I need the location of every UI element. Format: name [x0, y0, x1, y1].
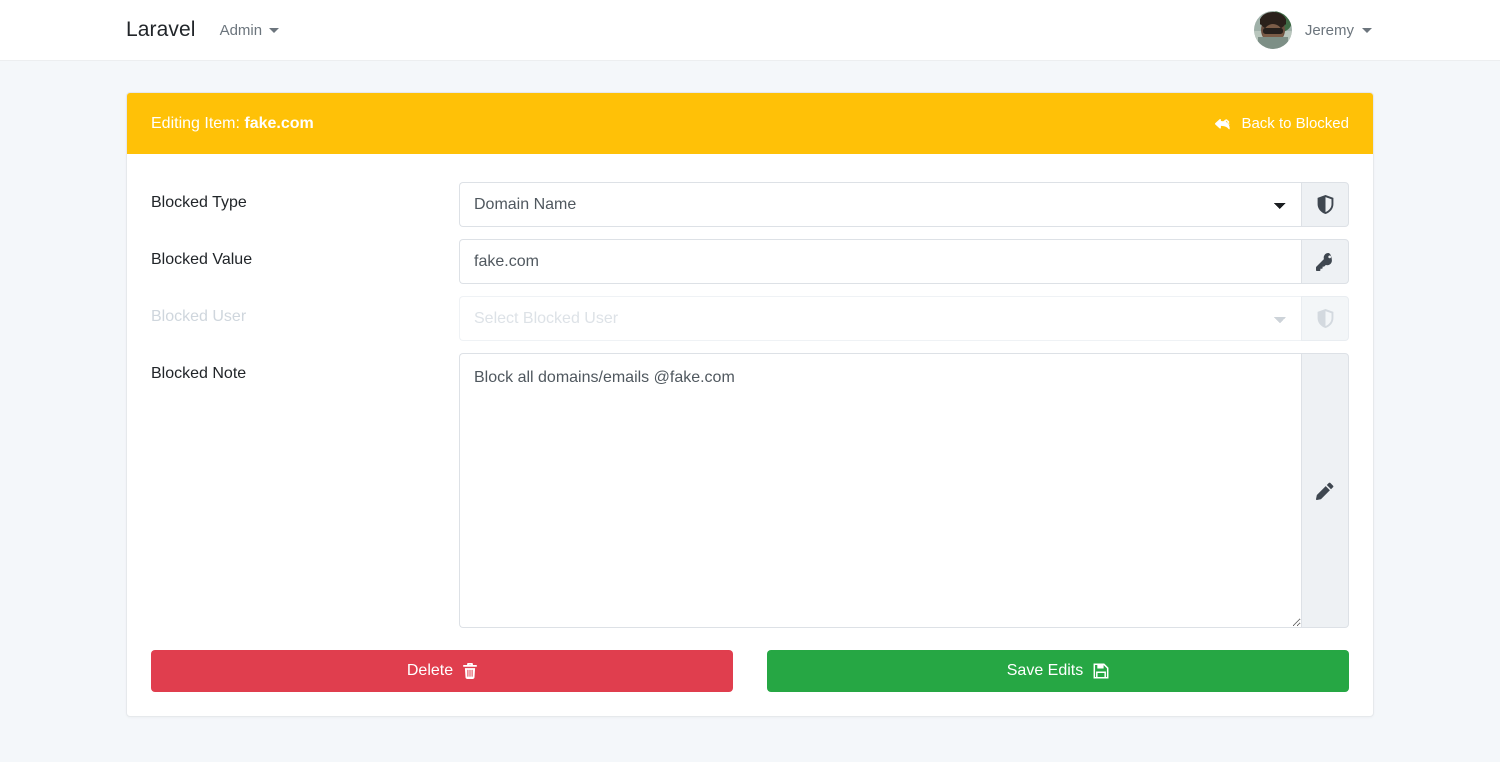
key-icon [1301, 239, 1349, 284]
blocked-type-select[interactable]: Domain Name [459, 182, 1301, 227]
delete-button-label: Delete [406, 662, 454, 679]
chevron-down-icon [269, 27, 280, 33]
page-title: Editing Item: fake.com [151, 115, 314, 133]
card-header: Editing Item: fake.com Back to Blocked [127, 93, 1373, 154]
back-to-blocked-link[interactable]: Back to Blocked [1215, 115, 1349, 132]
blocked-user-select[interactable]: Select Blocked User [459, 296, 1301, 341]
brand-logo[interactable]: Laravel [126, 18, 196, 42]
card-body: Blocked Type Domain Name Blocked Value f… [127, 154, 1373, 716]
blocked-note-textarea[interactable]: Block all domains/emails @fake.com [459, 353, 1301, 628]
blocked-note-input-group: Block all domains/emails @fake.com [459, 353, 1349, 628]
page-title-item: fake.com [244, 114, 314, 132]
page-container: Editing Item: fake.com Back to Blocked B… [0, 61, 1500, 717]
blocked-value-input[interactable] [459, 239, 1301, 284]
edit-item-card: Editing Item: fake.com Back to Blocked B… [126, 92, 1374, 717]
save-edits-button[interactable]: Save Edits [767, 650, 1349, 692]
pencil-icon [1301, 353, 1349, 628]
blocked-value-input-group [459, 239, 1349, 284]
save-edits-button-label: Save Edits [1006, 662, 1084, 679]
shield-icon [1301, 182, 1349, 227]
nav-item-admin[interactable]: Admin [220, 22, 280, 39]
save-icon [1093, 663, 1109, 679]
form-row-blocked-type: Blocked Type Domain Name [151, 182, 1349, 227]
chevron-down-icon [1362, 27, 1372, 33]
user-menu-label: Jeremy [1304, 21, 1354, 39]
shield-icon [1301, 296, 1349, 341]
blocked-user-label: Blocked User [151, 308, 247, 325]
blocked-type-label: Blocked Type [151, 194, 247, 211]
form-actions: Delete Save Edits [151, 650, 1349, 692]
form-row-blocked-user: Blocked User Select Blocked User [151, 296, 1349, 341]
delete-button[interactable]: Delete [151, 650, 733, 692]
user-menu[interactable]: Jeremy [1305, 22, 1372, 39]
blocked-user-input-group: Select Blocked User [459, 296, 1349, 341]
blocked-type-input-group: Domain Name [459, 182, 1349, 227]
form-row-blocked-note: Blocked Note Block all domains/emails @f… [151, 353, 1349, 628]
navbar-right-group: Jeremy [1253, 11, 1372, 49]
avatar[interactable] [1253, 11, 1292, 49]
nav-item-admin-label: Admin [219, 21, 263, 39]
top-navbar: Laravel Admin Jeremy [0, 0, 1500, 61]
trash-icon [463, 663, 478, 679]
blocked-value-label: Blocked Value [151, 251, 253, 268]
form-row-blocked-value: Blocked Value [151, 239, 1349, 284]
blocked-note-label: Blocked Note [151, 365, 247, 382]
back-to-blocked-label: Back to Blocked [1241, 115, 1349, 132]
reply-arrow-icon [1215, 117, 1232, 131]
page-title-prefix: Editing Item: [151, 114, 240, 132]
